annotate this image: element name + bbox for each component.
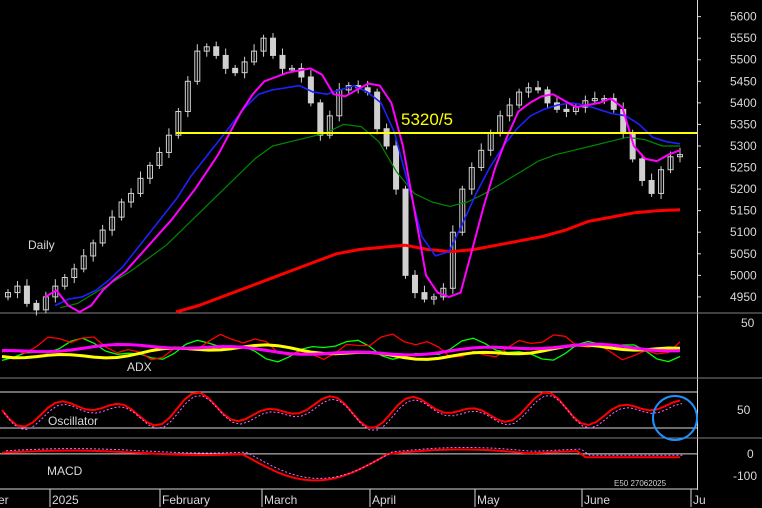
candle-body <box>213 46 220 56</box>
slow-ma-line <box>59 123 680 309</box>
level-line-label: 5320/5 <box>401 110 453 129</box>
candle-body <box>317 102 324 136</box>
instrument-note: E50 27062025 <box>614 479 667 488</box>
price-tick-label: 5100 <box>730 225 757 239</box>
panel-separators <box>0 0 762 490</box>
candle-body <box>222 54 229 69</box>
candle-body <box>232 67 239 74</box>
x-axis-label: March <box>264 493 297 507</box>
chart-root: 4950 5000 5050 5100 5150 5200 5250 5300 5350 5400… <box>0 0 762 508</box>
candle-body <box>421 292 428 300</box>
price-tick-label: 5550 <box>730 31 757 45</box>
price-tick-label: 5600 <box>730 10 757 24</box>
minus-di-line <box>1 333 681 361</box>
x-axis-label: Ju <box>693 493 706 507</box>
price-tick-label: 5050 <box>730 247 757 261</box>
x-axis-label: 2025 <box>52 493 79 507</box>
price-tick-label: 5000 <box>730 268 757 282</box>
oscillator-line <box>1 391 681 429</box>
oscillator-panel <box>0 391 698 441</box>
x-axis-label: June <box>584 493 610 507</box>
candle-body <box>639 158 646 181</box>
price-tick-label: 5350 <box>730 117 757 131</box>
macd-panel-label: MACD <box>47 464 83 478</box>
oscillator-signal-line <box>3 395 683 431</box>
mid-ma-line <box>54 84 681 307</box>
price-tick-label: 4950 <box>730 290 757 304</box>
chart-svg: 4950500050505100515052005250530053505400… <box>0 0 762 507</box>
candle-body <box>23 285 30 304</box>
oscillator-panel-label: Oscillator <box>48 414 98 428</box>
candle-body <box>270 37 277 56</box>
candle-body <box>411 274 418 294</box>
adx-tick-label: 50 <box>741 316 755 330</box>
x-axis-label: er <box>0 493 9 507</box>
price-tick-label: 5450 <box>730 74 757 88</box>
long-ma-line <box>175 208 681 314</box>
axis-labels: 4950500050505100515052005250530053505400… <box>0 10 757 507</box>
price-tick-label: 5150 <box>730 204 757 218</box>
price-panel-label: Daily <box>28 238 55 252</box>
x-axis-label: May <box>477 493 500 507</box>
candle-body <box>402 188 409 276</box>
candle-body <box>648 179 655 194</box>
price-tick-label: 5250 <box>730 161 757 175</box>
x-axis-label: February <box>162 493 210 507</box>
macd-panel <box>0 447 697 482</box>
price-panel <box>5 33 697 316</box>
candle-body <box>563 108 570 112</box>
adx-panel-label: ADX <box>127 360 152 374</box>
price-tick-label: 5400 <box>730 96 757 110</box>
oscillator-tick-label: 50 <box>737 403 751 417</box>
price-tick-label: 5500 <box>730 53 757 67</box>
adx-panel <box>1 333 681 363</box>
x-axis-label: April <box>372 493 396 507</box>
price-tick-label: 5200 <box>730 182 757 196</box>
price-tick-label: 5300 <box>730 139 757 153</box>
candle-body <box>535 87 542 91</box>
macd-tick-label: 0 <box>747 447 754 461</box>
candle-body <box>33 302 40 311</box>
macd-tick-label: -100 <box>733 469 757 483</box>
candle-body <box>279 54 286 69</box>
candle-body <box>383 128 390 147</box>
